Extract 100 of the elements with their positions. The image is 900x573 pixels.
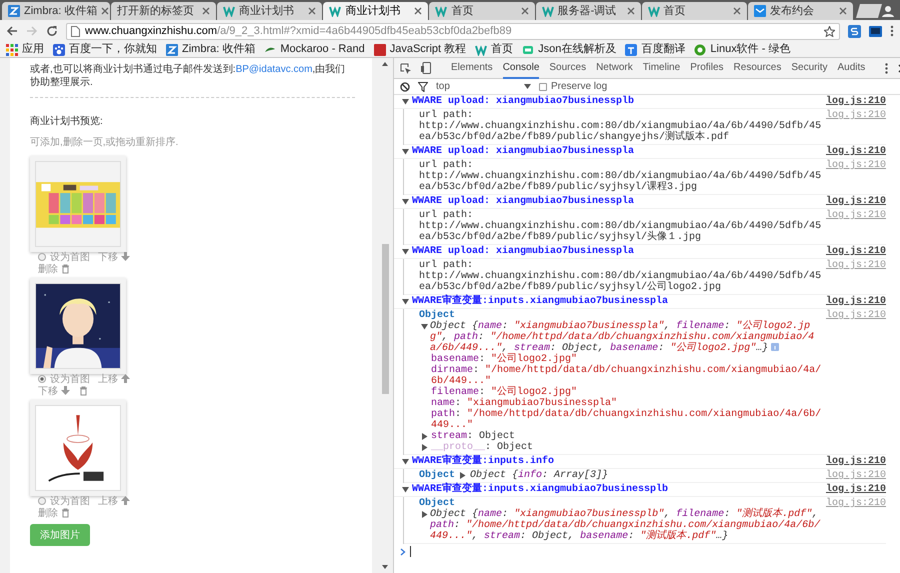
scroll-up-icon[interactable] — [382, 62, 388, 66]
source-link[interactable]: log.js:210 — [826, 196, 886, 207]
bookmark-label: Json在线解析及 — [538, 42, 616, 57]
browser-tab[interactable]: 首页 — [642, 2, 747, 20]
bookmark[interactable]: 百度一下，你就知 — [53, 42, 157, 57]
checkbox[interactable] — [539, 82, 547, 90]
source-link[interactable]: log.js:210 — [826, 296, 886, 307]
menu-icon[interactable] — [890, 25, 894, 37]
object-preview[interactable]: Object {name: "xiangmubiao7businessplb", filename: "测试版本.pdf", path: "/home/httpd/data/db/chuangxinzhishu.com/xiangmubiao/4a/6b/449...", stream: Object, basename: "测试版本.pdf"…} — [430, 509, 822, 542]
device-icon[interactable] — [421, 62, 431, 74]
email-link[interactable]: BP@idatavc.com — [236, 64, 312, 75]
arrow-up-icon[interactable] — [121, 374, 130, 384]
bookmark[interactable]: JavaScript 教程 — [374, 42, 466, 57]
browser-tab[interactable]: 首页 — [429, 2, 535, 20]
object-property[interactable]: name: "xiangmubiao7businesspla" — [431, 398, 618, 409]
devtools-tab[interactable]: Network — [596, 58, 633, 78]
user-icon[interactable] — [882, 5, 894, 17]
close-icon[interactable] — [414, 7, 422, 15]
expanded-triangle-icon[interactable] — [421, 323, 428, 330]
browser-tab[interactable]: Zimbra: 收件箱 — [2, 2, 110, 20]
source-link[interactable]: log.js:210 — [826, 96, 886, 107]
group-title: WWARE审查变量:inputs.xiangmubiao7businessplb — [412, 484, 670, 495]
devtools-tab[interactable]: Audits — [837, 58, 866, 78]
address-bar[interactable]: www.chuangxinzhishu.com/a/9_2_3.html#?xmid=4a6b44905dfb45eab53cbf0da2befb89 — [66, 22, 840, 40]
devtools-tab[interactable]: Security — [791, 58, 828, 78]
source-link[interactable]: log.js:210 — [826, 246, 886, 257]
collapsed-triangle-icon[interactable] — [459, 472, 466, 479]
trash-icon[interactable] — [61, 264, 70, 274]
bookmark[interactable]: Linux软件 - 绿色 — [694, 42, 790, 57]
source-link[interactable]: log.js:210 — [826, 146, 886, 157]
close-icon[interactable] — [626, 7, 635, 15]
close-icon[interactable] — [101, 7, 110, 15]
devtools-tab[interactable]: Sources — [549, 58, 586, 78]
object-preview[interactable]: Object {name: "xiangmubiao7businesspla", filename: "公司logo2.jpg", path: "/home/httpd/data/db/chuangxinzhishu.com/xiangmubiao/4a/6b/449...", stream: Object, basename: "公司logo2.jpg"…} — [430, 321, 822, 354]
bookmark[interactable]: Json在线解析及 — [522, 42, 616, 57]
bookmark[interactable]: 应用 — [6, 42, 44, 57]
object-property[interactable]: __proto__: Object — [431, 442, 534, 453]
context-label[interactable]: top — [436, 79, 450, 94]
expanded-triangle-icon[interactable] — [402, 248, 409, 255]
radio-button[interactable] — [38, 375, 46, 384]
image-card[interactable] — [30, 278, 126, 374]
more-icon[interactable] — [885, 62, 888, 74]
arrow-down-icon[interactable] — [61, 386, 70, 396]
arrow-up-icon[interactable] — [121, 496, 130, 506]
image-card[interactable] — [30, 400, 126, 496]
object-preview[interactable]: Object {info: Array[3]} — [470, 470, 608, 481]
envelope-icon — [754, 5, 766, 17]
new-tab-icon[interactable] — [856, 4, 882, 18]
source-link[interactable]: log.js:210 — [826, 456, 886, 467]
browser-tab[interactable]: 服务器-调试 — [536, 2, 641, 20]
object-property[interactable]: filename: "公司logo2.jpg" — [431, 387, 578, 398]
browser-tab[interactable]: 商业计划书 — [217, 2, 322, 20]
object-property[interactable]: path: "/home/httpd/data/db/chuangxinzhishu.com/xiangmubiao/4a/6b/449..." — [431, 409, 822, 431]
object-property[interactable]: stream: Object — [431, 431, 516, 442]
devtools-tab[interactable]: Resources — [734, 58, 782, 78]
object-property[interactable]: dirname: "/home/httpd/data/db/chuangxinzhishu.com/xiangmubiao/4a/6b/449..." — [431, 365, 822, 387]
back-icon[interactable] — [6, 25, 18, 37]
bookmark[interactable]: 首页 — [475, 42, 514, 57]
zigzag-icon — [648, 5, 660, 17]
browser-tab[interactable]: 发布约会 — [748, 2, 853, 20]
expanded-triangle-icon[interactable] — [402, 198, 409, 205]
expanded-triangle-icon[interactable] — [402, 98, 409, 105]
close-icon[interactable] — [732, 7, 741, 15]
collapsed-triangle-icon[interactable] — [421, 511, 428, 518]
devtools-tab[interactable]: Timeline — [642, 58, 680, 78]
trash-icon[interactable] — [61, 508, 70, 518]
tab-title: 打开新的标签页 — [117, 4, 195, 19]
close-icon[interactable] — [308, 7, 316, 15]
expanded-triangle-icon[interactable] — [402, 458, 409, 465]
source-link[interactable]: log.js:210 — [826, 484, 886, 495]
expanded-triangle-icon[interactable] — [402, 486, 409, 493]
bookmark[interactable]: Zimbra: 收件箱 — [166, 42, 256, 57]
checkbox-label[interactable]: Preserve log — [551, 79, 608, 94]
reload-icon[interactable] — [46, 25, 58, 37]
browser-tab[interactable]: 打开新的标签页 — [111, 2, 216, 20]
radio-button[interactable] — [38, 497, 46, 506]
inspect-icon[interactable] — [400, 62, 411, 74]
arrow-down-icon[interactable] — [121, 252, 130, 262]
extension-icon[interactable] — [869, 26, 882, 36]
object-property[interactable]: basename: "公司logo2.jpg" — [431, 354, 578, 365]
collapsed-triangle-icon[interactable] — [421, 433, 428, 440]
radio-button[interactable] — [38, 253, 46, 262]
star-icon[interactable] — [824, 26, 835, 36]
close-icon[interactable] — [838, 7, 847, 15]
caret-icon[interactable] — [524, 84, 531, 89]
close-icon[interactable] — [202, 7, 210, 15]
devtools-tab[interactable]: Elements — [451, 58, 493, 78]
scrollbar-thumb[interactable] — [382, 244, 388, 394]
devtools-tab[interactable]: Profiles — [690, 58, 724, 78]
bookmark[interactable]: Mockaroo - Rand — [264, 42, 365, 57]
browser-tab[interactable]: 商业计划书 — [323, 2, 428, 20]
close-icon[interactable] — [520, 7, 529, 15]
expanded-triangle-icon[interactable] — [402, 148, 409, 155]
scroll-down-icon[interactable] — [382, 565, 388, 569]
filter-icon[interactable] — [418, 82, 428, 92]
expanded-triangle-icon[interactable] — [402, 298, 409, 305]
clear-icon[interactable] — [400, 82, 410, 92]
bookmark[interactable]: 百度翻译 — [625, 42, 686, 57]
collapsed-triangle-icon[interactable] — [421, 444, 428, 451]
devtools-tab[interactable]: Console — [502, 58, 540, 78]
